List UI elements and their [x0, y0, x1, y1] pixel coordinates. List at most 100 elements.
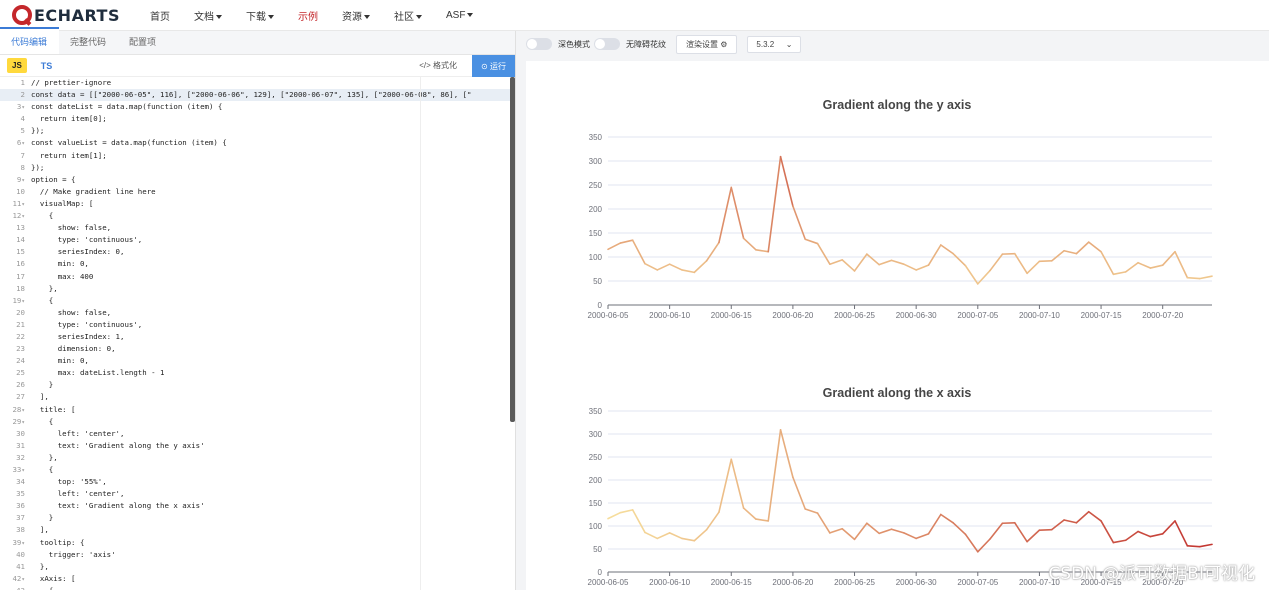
series-line-segment [1089, 242, 1101, 252]
series-line-segment [756, 250, 768, 252]
line-number: 10 [0, 186, 28, 198]
nav-item-5[interactable]: 社区 [394, 8, 422, 23]
series-line-segment [830, 260, 842, 264]
x-tick-label: 2000-07-20 [1142, 311, 1183, 320]
code-line: 3const dateList = data.map(function (ite… [0, 101, 511, 113]
preview-toolbar: 深色模式 无障碍花纹 渲染设置 ⚙ 5.3.2⌄ [516, 31, 1269, 57]
line-number[interactable]: 33 [0, 464, 28, 476]
code-text: type: 'continuous', [28, 234, 142, 246]
line-number[interactable]: 12 [0, 210, 28, 222]
line-number[interactable]: 9 [0, 174, 28, 186]
code-line: 39 tooltip: { [0, 537, 511, 549]
line-number[interactable]: 3 [0, 101, 28, 113]
editor-tab-2[interactable]: 配置项 [118, 35, 168, 54]
line-number[interactable]: 29 [0, 416, 28, 428]
code-text: max: dateList.length - 1 [28, 367, 165, 379]
line-number: 26 [0, 379, 28, 391]
line-number[interactable]: 6 [0, 137, 28, 149]
code-area[interactable]: 1// prettier-ignore2const data = [["2000… [0, 77, 511, 590]
code-editor-panel: 代码编辑完整代码配置项 JS TS </> 格式化 ⊙ 运行 1// prett… [0, 31, 516, 590]
code-line: 32 }, [0, 452, 511, 464]
line-number[interactable]: 28 [0, 404, 28, 416]
lang-ts-button[interactable]: TS [41, 61, 53, 71]
series-line-segment [805, 509, 817, 513]
series-line-segment [818, 513, 830, 533]
chart-title: Gradient along the x axis [823, 386, 972, 400]
series-line-segment [830, 529, 842, 533]
series-line-segment [1052, 251, 1064, 261]
y-tick-label: 300 [589, 157, 603, 166]
code-line: 22 seriesIndex: 1, [0, 331, 511, 343]
series-line-segment [904, 533, 916, 539]
nav-item-4[interactable]: 资源 [342, 8, 370, 23]
code-line: 23 dimension: 0, [0, 343, 511, 355]
x-tick-label: 2000-06-20 [772, 578, 813, 587]
editor-scrollbar[interactable] [510, 77, 515, 422]
y-tick-label: 350 [589, 407, 603, 416]
editor-tabs: 代码编辑完整代码配置项 [0, 31, 515, 55]
nav-item-0[interactable]: 首页 [150, 8, 170, 23]
caret-down-icon [216, 15, 222, 19]
code-text: title: [ [28, 404, 76, 416]
series-line-segment [781, 157, 793, 206]
version-select[interactable]: 5.3.2⌄ [747, 36, 801, 53]
code-text: { [28, 416, 53, 428]
code-line: 17 max: 400 [0, 271, 511, 283]
nav-item-3[interactable]: 示例 [298, 8, 318, 23]
code-text: text: 'Gradient along the x axis' [28, 500, 205, 512]
nav-item-2[interactable]: 下载 [246, 8, 274, 23]
code-line: 28 title: [ [0, 404, 511, 416]
series-line-segment [879, 260, 891, 264]
editor-tab-1[interactable]: 完整代码 [59, 35, 118, 54]
nav-item-1[interactable]: 文档 [194, 8, 222, 23]
code-text: visualMap: [ [28, 198, 93, 210]
x-tick-label: 2000-07-15 [1081, 311, 1122, 320]
caret-down-icon [268, 15, 274, 19]
code-line: 14 type: 'continuous', [0, 234, 511, 246]
run-button[interactable]: ⊙ 运行 [472, 55, 515, 77]
series-line-segment [670, 264, 682, 270]
lang-js-button[interactable]: JS [7, 58, 27, 73]
line-number: 40 [0, 549, 28, 561]
echarts-logo-icon [12, 5, 32, 25]
code-text: min: 0, [28, 355, 89, 367]
series-line-segment [1200, 544, 1212, 546]
code-text: seriesIndex: 1, [28, 331, 124, 343]
chart-title: Gradient along the y axis [823, 98, 972, 112]
line-number: 16 [0, 258, 28, 270]
version-value: 5.3.2 [756, 40, 774, 49]
render-settings-button[interactable]: 渲染设置 ⚙ [676, 35, 737, 54]
line-number: 23 [0, 343, 28, 355]
editor-toolbar: JS TS </> 格式化 ⊙ 运行 [0, 55, 515, 77]
line-number: 25 [0, 367, 28, 379]
line-number[interactable]: 42 [0, 573, 28, 585]
no-decal-label: 无障碍花纹 [626, 39, 666, 50]
line-number: 38 [0, 524, 28, 536]
code-line: 8}); [0, 162, 511, 174]
line-number: 2 [0, 89, 28, 101]
code-text: }); [28, 162, 44, 174]
x-tick-label: 2000-06-05 [588, 578, 629, 587]
line-number[interactable]: 39 [0, 537, 28, 549]
code-text: const data = [["2000-06-05", 116], ["200… [28, 89, 472, 101]
dark-mode-toggle[interactable] [526, 38, 552, 50]
line-number[interactable]: 11 [0, 198, 28, 210]
code-line: 38 ], [0, 524, 511, 536]
code-line: 34 top: '55%', [0, 476, 511, 488]
watermark: CSDN @派可数据BI可视化 [1048, 559, 1255, 584]
line-number: 17 [0, 271, 28, 283]
no-decal-toggle[interactable] [594, 38, 620, 50]
code-line: 16 min: 0, [0, 258, 511, 270]
nav-item-6[interactable]: ASF [446, 10, 473, 21]
code-text: min: 0, [28, 258, 89, 270]
x-tick-label: 2000-07-10 [1019, 311, 1060, 320]
format-button[interactable]: </> 格式化 [419, 60, 457, 71]
series-line-segment [879, 529, 891, 533]
editor-tab-0[interactable]: 代码编辑 [0, 27, 59, 54]
code-line: 29 { [0, 416, 511, 428]
line-number[interactable]: 19 [0, 295, 28, 307]
y-tick-label: 200 [589, 205, 603, 214]
line-number: 14 [0, 234, 28, 246]
echarts-logo[interactable]: ECHARTS [12, 5, 120, 25]
series-line-segment [608, 513, 620, 519]
